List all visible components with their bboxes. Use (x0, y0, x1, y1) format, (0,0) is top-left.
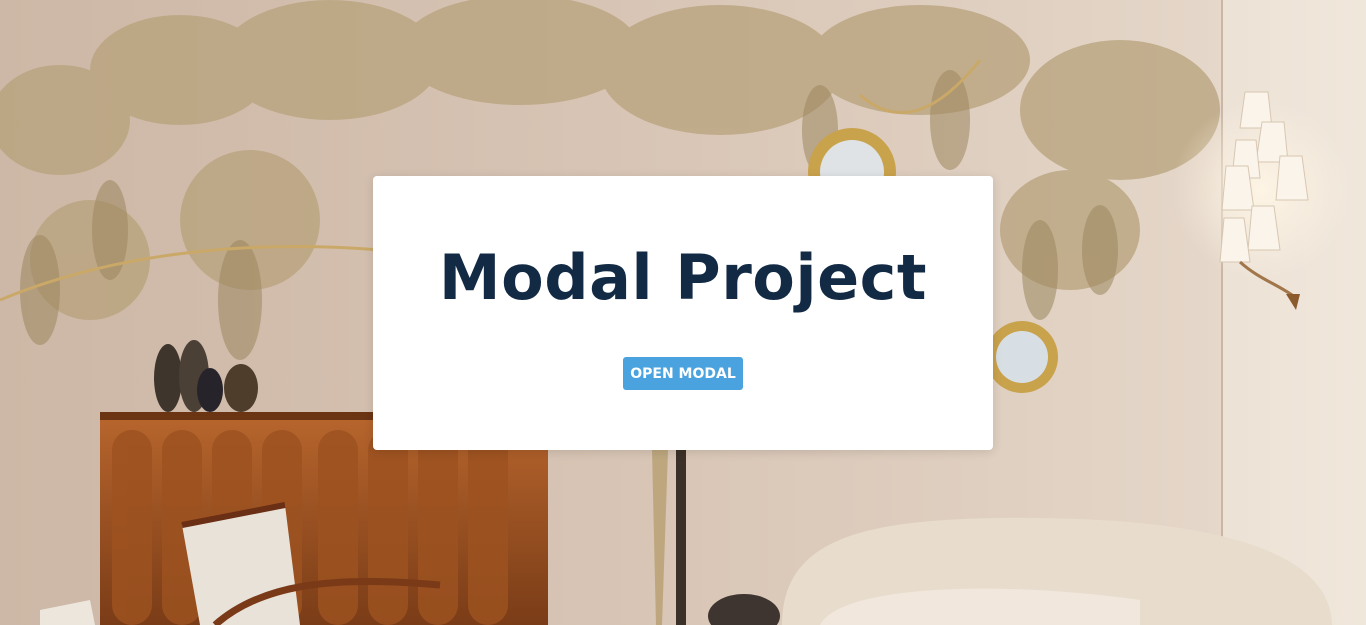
modal-trigger-card: Modal Project OPEN MODAL (373, 176, 993, 450)
open-modal-button[interactable]: OPEN MODAL (623, 357, 743, 390)
page-title: Modal Project (438, 241, 928, 314)
page-stage: Modal Project OPEN MODAL (0, 0, 1366, 625)
